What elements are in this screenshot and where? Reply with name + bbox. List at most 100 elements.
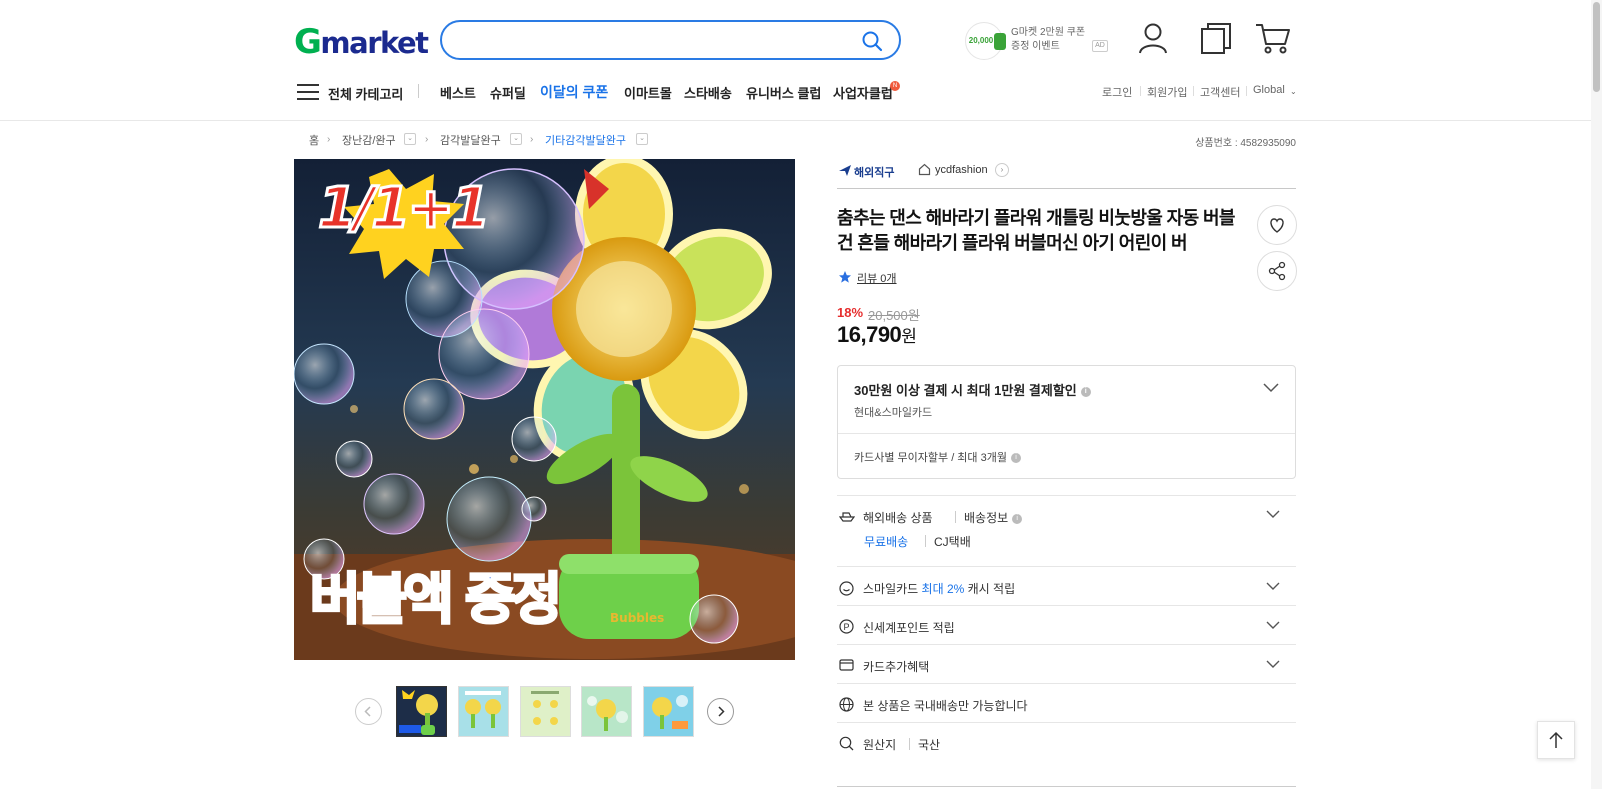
signup-link[interactable]: 회원가입 bbox=[1147, 84, 1187, 100]
search-icon[interactable] bbox=[861, 30, 883, 52]
row-divider bbox=[837, 495, 1296, 496]
breadcrumb-arrow-icon: › bbox=[425, 134, 429, 145]
nav-universe-club[interactable]: 유니버스 클럽 bbox=[746, 83, 821, 102]
card-extra-benefit-label[interactable]: 카드추가혜택 bbox=[863, 658, 929, 675]
breadcrumb-dropdown-icon[interactable]: ⌄ bbox=[636, 133, 648, 145]
gmarket-logo[interactable]: Gmarket bbox=[294, 22, 429, 63]
customer-center-link[interactable]: 고객센터 bbox=[1200, 84, 1240, 100]
thumbnail-4[interactable] bbox=[581, 686, 632, 737]
row-sep bbox=[909, 738, 910, 750]
nav-monthly-coupon[interactable]: 이달의 쿠폰 bbox=[540, 82, 608, 102]
title-divider bbox=[837, 188, 1296, 189]
chevron-down-icon[interactable] bbox=[1266, 510, 1280, 519]
credit-card-icon bbox=[839, 659, 854, 671]
thumbnail-2[interactable] bbox=[458, 686, 509, 737]
global-dropdown[interactable]: Global bbox=[1253, 84, 1285, 96]
chevron-down-icon[interactable] bbox=[1266, 621, 1280, 630]
chevron-down-icon: ⌄ bbox=[1290, 87, 1297, 96]
breadcrumb-toys[interactable]: 장난감/완구 bbox=[342, 132, 396, 148]
breadcrumb-other-sensory[interactable]: 기타감각발달완구 bbox=[545, 132, 626, 148]
share-button[interactable] bbox=[1257, 251, 1297, 291]
product-main-image[interactable]: 1/1+1 버블액 증정 Bubbles bbox=[294, 159, 795, 660]
row-divider bbox=[837, 605, 1296, 606]
nav-emart-mall[interactable]: 이마트몰 bbox=[624, 83, 672, 102]
smile-icon bbox=[839, 581, 854, 596]
svg-text:P: P bbox=[844, 622, 850, 632]
airplane-icon bbox=[838, 163, 852, 177]
chevron-down-icon[interactable] bbox=[1263, 383, 1279, 393]
scrollbar-thumb[interactable] bbox=[1593, 2, 1600, 92]
user-icon[interactable] bbox=[1138, 22, 1168, 54]
shipping-info-label[interactable]: 배송정보 i bbox=[964, 509, 1023, 526]
nav-best[interactable]: 베스트 bbox=[440, 83, 476, 102]
globe-icon bbox=[839, 697, 854, 712]
ship-icon bbox=[839, 509, 855, 523]
nav-business-club[interactable]: 사업자클럽 bbox=[833, 83, 893, 102]
overseas-direct-tag[interactable]: 해외직구 bbox=[854, 164, 894, 180]
card-discount-title[interactable]: 30만원 이상 결제 시 최대 1만원 결제할인 i bbox=[854, 380, 1091, 399]
row-divider bbox=[837, 722, 1296, 723]
shinsegae-point-label[interactable]: 신세계포인트 적립 bbox=[863, 619, 955, 636]
store-name-link[interactable]: ycdfashion bbox=[935, 164, 988, 176]
thumbnail-3[interactable] bbox=[520, 686, 571, 737]
nav-star-delivery[interactable]: 스타배송 bbox=[684, 83, 732, 102]
breadcrumb-sensory[interactable]: 감각발달완구 bbox=[440, 132, 501, 148]
info-icon[interactable]: i bbox=[1080, 386, 1091, 397]
breadcrumb-arrow-icon: › bbox=[327, 134, 331, 145]
nav-superdeal[interactable]: 슈퍼딜 bbox=[490, 83, 526, 102]
breadcrumb-dropdown-icon[interactable]: ⌄ bbox=[404, 133, 416, 145]
header-divider bbox=[0, 120, 1602, 121]
scroll-to-top-button[interactable] bbox=[1537, 721, 1575, 759]
star-icon bbox=[838, 270, 852, 284]
card-discount-sub: 현대&스마일카드 bbox=[854, 407, 933, 419]
row-divider bbox=[837, 683, 1296, 684]
promo-text-1plus1: 1/1+1 bbox=[316, 176, 491, 241]
sale-price: 16,790원 bbox=[837, 322, 917, 347]
util-divider bbox=[1193, 86, 1194, 96]
chevron-down-icon[interactable] bbox=[1266, 582, 1280, 591]
breadcrumb-arrow-icon: › bbox=[530, 134, 534, 145]
row-divider bbox=[837, 566, 1296, 567]
login-link[interactable]: 로그인 bbox=[1102, 84, 1132, 100]
info-icon[interactable]: i bbox=[1012, 513, 1023, 524]
search-input[interactable] bbox=[440, 20, 901, 60]
util-divider bbox=[1140, 86, 1141, 96]
review-link[interactable]: 리뷰 0개 bbox=[857, 270, 897, 286]
breadcrumb-dropdown-icon[interactable]: ⌄ bbox=[510, 133, 522, 145]
chevron-down-icon[interactable] bbox=[1266, 660, 1280, 669]
ad-badge: AD bbox=[1092, 40, 1108, 52]
coupon-event-badge[interactable]: 20,000 bbox=[965, 22, 1006, 60]
all-categories-link[interactable]: 전체 카테고리 bbox=[328, 84, 403, 103]
store-arrow-icon[interactable]: › bbox=[995, 163, 1009, 177]
row-sep bbox=[955, 511, 956, 523]
hamburger-menu-icon[interactable] bbox=[297, 83, 319, 101]
installment-info: 카드사별 무이자할부 / 최대 3개월 i bbox=[854, 449, 1021, 465]
magnifier-icon bbox=[839, 736, 854, 751]
store-home-icon bbox=[918, 163, 931, 176]
overseas-shipping-label: 해외배송 상품 bbox=[863, 511, 933, 525]
card-benefit-divider bbox=[838, 433, 1295, 434]
row-divider bbox=[837, 644, 1296, 645]
nav-divider bbox=[418, 84, 419, 98]
row-sep bbox=[925, 535, 926, 547]
promo-text-bubble-gift: 버블액 증정 bbox=[308, 566, 563, 633]
smilecard-cashback[interactable]: 스마일카드 최대 2% 캐시 적립 bbox=[863, 580, 1015, 597]
scrollbar-track[interactable] bbox=[1591, 0, 1602, 789]
cart-icon[interactable] bbox=[1255, 22, 1291, 56]
toy-label: Bubbles bbox=[610, 611, 665, 625]
discount-rate: 18% bbox=[837, 305, 864, 320]
thumbnail-5[interactable] bbox=[643, 686, 694, 737]
product-title: 춤추는 댄스 해바라기 플라워 개틀링 비눗방울 자동 버블건 흔들 해바라기 … bbox=[837, 208, 1235, 253]
new-badge: N bbox=[890, 81, 900, 91]
row-divider bbox=[837, 786, 1296, 787]
info-icon[interactable]: i bbox=[1010, 453, 1021, 464]
thumbnail-prev-button[interactable] bbox=[355, 698, 382, 725]
wishlist-button[interactable] bbox=[1257, 205, 1297, 245]
recent-items-icon[interactable] bbox=[1200, 22, 1234, 54]
breadcrumb-home[interactable]: 홈 bbox=[309, 132, 319, 148]
thumbnail-next-button[interactable] bbox=[707, 698, 734, 725]
origin-value: 국산 bbox=[918, 738, 941, 752]
free-shipping: 무료배송 bbox=[864, 535, 909, 549]
coupon-event-text[interactable]: G마켓 2만원 쿠폰 증정 이벤트 bbox=[1011, 26, 1085, 54]
thumbnail-1[interactable] bbox=[396, 686, 447, 737]
